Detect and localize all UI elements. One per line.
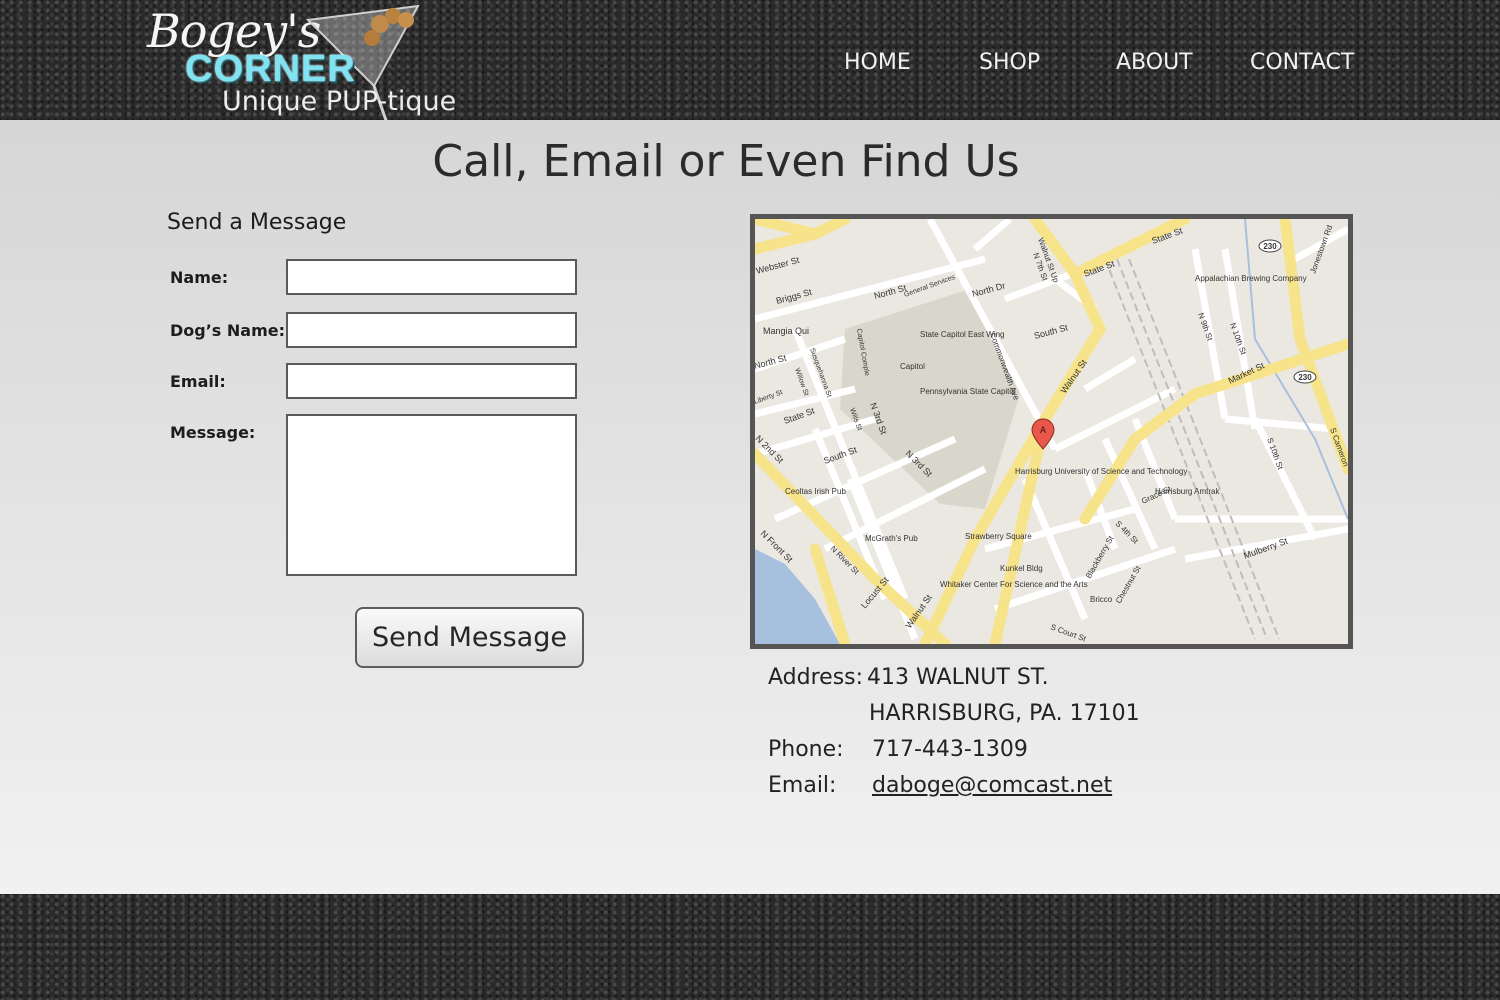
nav-contact[interactable]: CONTACT bbox=[1250, 50, 1354, 75]
route-230-shield-a: 230 bbox=[1263, 242, 1277, 251]
map-label-ceoltas: Ceoltas Irish Pub bbox=[785, 487, 846, 496]
map-canvas: 230 230 Webster St Briggs St North St Ge… bbox=[755, 219, 1348, 644]
address-label: Address: bbox=[768, 665, 864, 690]
location-map[interactable]: 230 230 Webster St Briggs St North St Ge… bbox=[750, 214, 1353, 649]
email-label: Email: bbox=[170, 372, 226, 391]
map-label-strawberry: Strawberry Square bbox=[965, 532, 1032, 541]
map-label-capitol: Capitol bbox=[900, 362, 925, 371]
name-label: Name: bbox=[170, 268, 229, 287]
message-textarea[interactable] bbox=[286, 414, 577, 576]
site-footer bbox=[0, 894, 1500, 1000]
address-line2: HARRISBURG, PA. 17101 bbox=[869, 701, 1140, 726]
nav-shop[interactable]: SHOP bbox=[979, 50, 1040, 75]
page-title: Call, Email or Even Find Us bbox=[432, 136, 1020, 187]
route-230-shield-b: 230 bbox=[1298, 373, 1312, 382]
map-label-bricco: Bricco bbox=[1090, 595, 1113, 604]
map-label-mangia: Mangia Qui bbox=[763, 326, 809, 336]
contact-email-label: Email: bbox=[768, 773, 837, 798]
map-label-whitaker: Whitaker Center For Science and the Arts bbox=[940, 580, 1088, 589]
site-logo[interactable]: Bogey's CORNER Unique PUP-tique bbox=[145, 4, 475, 137]
address-line1: 413 WALNUT ST. bbox=[867, 665, 1049, 690]
logo-corner-text: CORNER bbox=[185, 48, 356, 90]
logo-tagline: Unique PUP-tique bbox=[222, 86, 457, 117]
dog-name-input[interactable] bbox=[286, 312, 577, 348]
map-label-kunkel: Kunkel Bldg bbox=[1000, 564, 1043, 573]
contact-email-link[interactable]: daboge@comcast.net bbox=[872, 773, 1112, 798]
phone-value: 717-443-1309 bbox=[872, 737, 1028, 762]
send-message-button[interactable]: Send Message bbox=[355, 607, 584, 668]
email-input[interactable] bbox=[286, 363, 577, 399]
map-label-appalachian: Appalachian Brewing Company bbox=[1195, 274, 1307, 283]
nav-home[interactable]: HOME bbox=[844, 50, 911, 75]
map-label-pa-state-capitol: Pennsylvania State Capitol bbox=[920, 387, 1016, 396]
map-label-harrisburg-univ: Harrisburg University of Science and Tec… bbox=[1015, 467, 1187, 476]
phone-label: Phone: bbox=[768, 737, 844, 762]
message-label: Message: bbox=[170, 423, 256, 442]
form-heading: Send a Message bbox=[167, 210, 347, 235]
nav-about[interactable]: ABOUT bbox=[1116, 50, 1193, 75]
site-header: Bogey's CORNER Unique PUP-tique HOME SHO… bbox=[0, 0, 1500, 137]
name-input[interactable] bbox=[286, 259, 577, 295]
dog-name-label: Dog’s Name: bbox=[170, 321, 286, 340]
map-marker-letter: A bbox=[1040, 425, 1046, 435]
map-label-mcgraths: McGrath's Pub bbox=[865, 534, 918, 543]
